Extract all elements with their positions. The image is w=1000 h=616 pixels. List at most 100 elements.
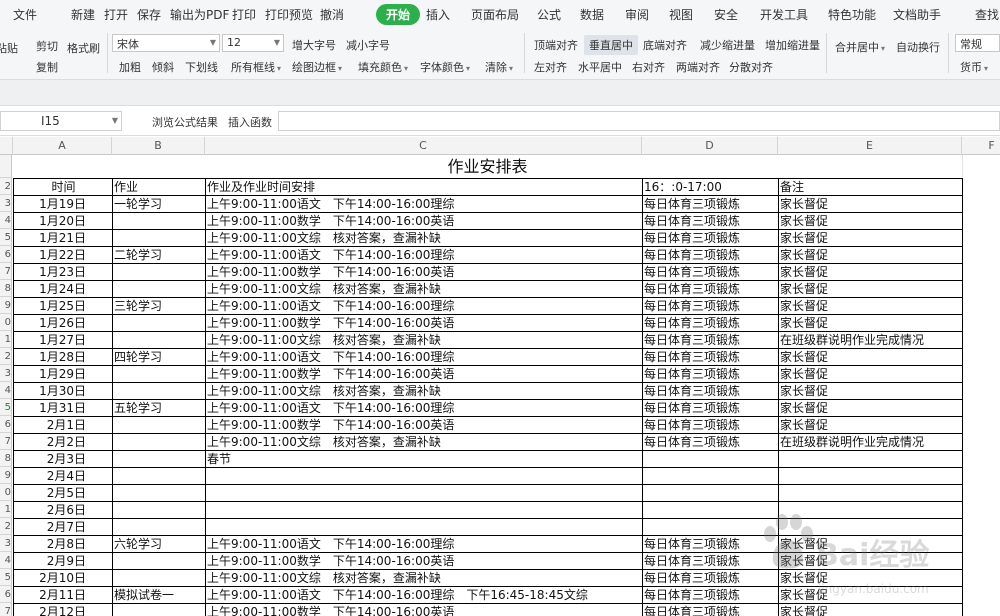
draw-border-button[interactable]: 绘图边框 ▾ [292,59,342,75]
cell-schedule[interactable] [205,501,643,519]
insert-function-button[interactable]: 插入函数 [228,114,272,130]
italic-button[interactable]: 倾斜 [152,59,174,75]
cell-task[interactable] [112,433,206,451]
cell-task[interactable] [112,552,206,570]
cell-note[interactable]: 在班级群说明作业完成情况 [778,433,963,451]
column-label-cell[interactable]: 备注 [778,178,963,196]
cell-task[interactable] [112,365,206,383]
cell-task[interactable]: 一轮学习 [112,195,206,213]
menu-item[interactable]: 审阅 [625,6,649,23]
number-format-select[interactable]: 常规 [955,34,1000,52]
row-header[interactable]: 4 [0,382,12,399]
menu-item[interactable]: 打印 [232,6,256,23]
cell-date[interactable]: 1月29日 [13,365,113,383]
cell-note[interactable]: 家长督促 [778,246,963,264]
menu-item[interactable]: 特色功能 [828,6,876,23]
menu-item[interactable]: 输出为PDF [170,6,229,23]
cell-exercise[interactable]: 每日体育三项锻炼 [642,382,779,400]
cell-date[interactable]: 2月8日 [13,535,113,553]
menu-item[interactable]: 数据 [580,6,604,23]
column-header-e[interactable]: E [778,137,962,155]
cell-schedule[interactable]: 上午9:00-11:00文综 核对答案，查漏补缺 [205,280,643,298]
cell-exercise[interactable] [642,467,779,485]
cell-task[interactable] [112,484,206,502]
menu-item[interactable]: 插入 [426,6,450,23]
cell-schedule[interactable]: 上午9:00-11:00数学 下午14:00-16:00英语 [205,212,643,230]
cell-exercise[interactable]: 每日体育三项锻炼 [642,263,779,281]
select-all-corner[interactable] [0,137,13,155]
menu-item[interactable]: 开始 [376,4,421,25]
middle-align-button[interactable]: 垂直居中 [584,35,638,55]
row-header[interactable]: 6 [0,416,12,433]
column-header-f[interactable]: F [962,137,1000,155]
cell-date[interactable]: 1月26日 [13,314,113,332]
left-align-button[interactable]: 左对齐 [534,59,567,75]
cell-schedule[interactable]: 上午9:00-11:00文综 核对答案，查漏补缺 [205,229,643,247]
cell-exercise[interactable] [642,501,779,519]
row-header[interactable]: 4 [0,552,12,569]
cell-date[interactable]: 2月5日 [13,484,113,502]
cell-exercise[interactable]: 每日体育三项锻炼 [642,399,779,417]
cell-date[interactable]: 2月9日 [13,552,113,570]
cell-task[interactable]: 六轮学习 [112,535,206,553]
cell-exercise[interactable]: 每日体育三项锻炼 [642,416,779,434]
menu-item[interactable]: 开发工具 [760,6,808,23]
cell-note[interactable]: 家长督促 [778,280,963,298]
column-header-b[interactable]: B [112,137,205,155]
row-header[interactable]: 0 [0,314,12,331]
cell-date[interactable]: 1月31日 [13,399,113,417]
cell-exercise[interactable]: 每日体育三项锻炼 [642,365,779,383]
cell-note[interactable]: 家长督促 [778,195,963,213]
column-label-cell[interactable]: 时间 [13,178,113,196]
cell-exercise[interactable]: 每日体育三项锻炼 [642,348,779,366]
cell-exercise[interactable]: 每日体育三项锻炼 [642,603,779,616]
browse-formula-result-button[interactable]: 浏览公式结果 [152,114,218,130]
cell-exercise[interactable]: 每日体育三项锻炼 [642,195,779,213]
cell-schedule[interactable]: 上午9:00-11:00语文 下午14:00-16:00理综 [205,246,643,264]
menu-item[interactable]: 文件 [13,6,37,23]
cell-schedule[interactable] [205,518,643,536]
row-header[interactable]: 6 [0,246,12,263]
menu-item[interactable]: 打印预览 [265,6,313,23]
clear-button[interactable]: 清除 ▾ [485,59,513,75]
cell-date[interactable]: 1月24日 [13,280,113,298]
row-header[interactable]: 1 [0,331,12,348]
cell-schedule[interactable] [205,467,643,485]
shrink-font-button[interactable]: 减小字号 [346,37,390,53]
row-header[interactable]: 5 [0,569,12,586]
row-header[interactable]: 9 [0,467,12,484]
cell-task[interactable] [112,518,206,536]
cell-note[interactable]: 家长督促 [778,229,963,247]
menu-item[interactable]: 撤消 [320,6,344,23]
row-header[interactable]: 5 [0,229,12,246]
menu-item[interactable]: 安全 [714,6,738,23]
cell-note[interactable]: 在班级群说明作业完成情况 [778,331,963,349]
cell-schedule[interactable]: 上午9:00-11:00语文 下午14:00-16:00理综 [205,195,643,213]
cell-task[interactable]: 二轮学习 [112,246,206,264]
column-header-c[interactable]: C [205,137,642,155]
cell-exercise[interactable]: 每日体育三项锻炼 [642,280,779,298]
underline-button[interactable]: 下划线 [185,59,218,75]
cell-exercise[interactable]: 每日体育三项锻炼 [642,297,779,315]
cell-note[interactable] [778,467,963,485]
row-header[interactable]: 3 [0,535,12,552]
row-header[interactable]: 2 [0,348,12,365]
cell-task[interactable]: 五轮学习 [112,399,206,417]
cell-date[interactable]: 2月2日 [13,433,113,451]
cell-exercise[interactable]: 每日体育三项锻炼 [642,586,779,604]
cell-schedule[interactable]: 上午9:00-11:00数学 下午14:00-16:00英语 [205,365,643,383]
cell-schedule[interactable]: 上午9:00-11:00数学 下午14:00-16:00英语 [205,603,643,616]
cell-date[interactable]: 2月4日 [13,467,113,485]
cell-date[interactable]: 2月10日 [13,569,113,587]
row-header[interactable]: 8 [0,280,12,297]
cell-note[interactable] [778,484,963,502]
cell-date[interactable]: 1月20日 [13,212,113,230]
cell-name-box[interactable]: I15 ▼ [0,111,122,131]
menu-item[interactable]: 新建 [71,6,95,23]
cell-exercise[interactable]: 每日体育三项锻炼 [642,433,779,451]
cell-schedule[interactable]: 上午9:00-11:00语文 下午14:00-16:00理综 [205,535,643,553]
cell-exercise[interactable]: 每日体育三项锻炼 [642,552,779,570]
copy-button[interactable]: 复制 [36,59,58,75]
cell-note[interactable] [778,450,963,468]
cell-exercise[interactable]: 每日体育三项锻炼 [642,535,779,553]
